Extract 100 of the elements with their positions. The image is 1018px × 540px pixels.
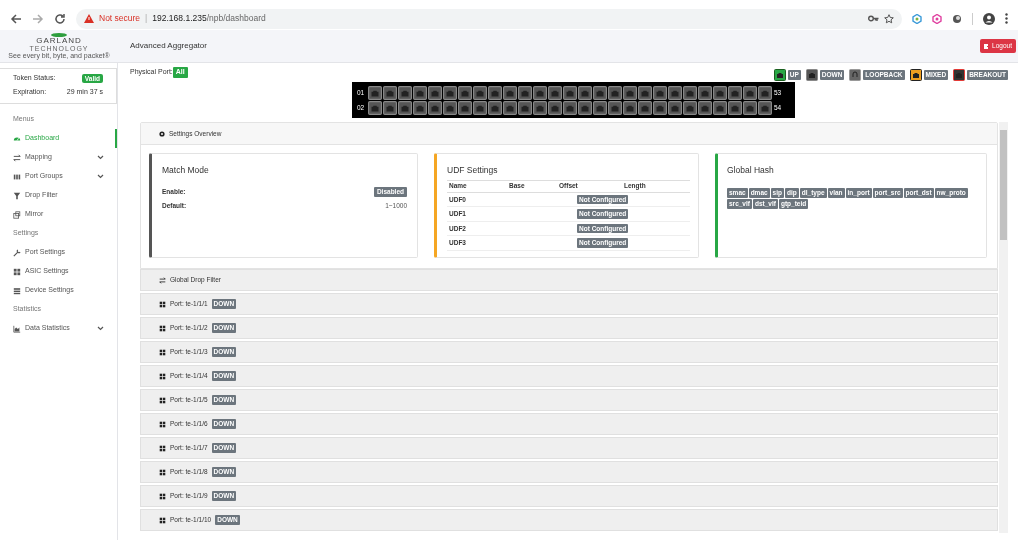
port-socket[interactable]: [428, 85, 442, 100]
port-socket[interactable]: [458, 85, 472, 100]
port-socket[interactable]: [443, 100, 457, 115]
tiles-icon: [159, 324, 166, 332]
port-socket[interactable]: [488, 100, 502, 115]
extension-icon[interactable]: [952, 13, 962, 24]
tiles-icon: [159, 372, 166, 380]
port-socket[interactable]: [758, 100, 772, 115]
url-path: /npb/dashboard: [206, 12, 266, 25]
port-socket[interactable]: [728, 85, 742, 100]
port-socket[interactable]: [728, 100, 742, 115]
port-socket[interactable]: [503, 100, 517, 115]
port-socket[interactable]: [563, 85, 577, 100]
port-socket[interactable]: [488, 85, 502, 100]
port-socket[interactable]: [428, 100, 442, 115]
port-socket[interactable]: [398, 100, 412, 115]
tiles-icon: [159, 420, 166, 428]
arrows-icon: [159, 276, 166, 284]
port-socket[interactable]: [593, 100, 607, 115]
port-socket[interactable]: [758, 85, 772, 100]
port-socket[interactable]: [578, 100, 592, 115]
port-socket[interactable]: [683, 85, 697, 100]
port-socket[interactable]: [383, 100, 397, 115]
chevron-icon: [97, 326, 104, 331]
port-socket[interactable]: [518, 100, 532, 115]
port-status-icon: [849, 69, 862, 81]
port-socket[interactable]: [473, 100, 487, 115]
port-socket[interactable]: [458, 100, 472, 115]
chevron-icon: [97, 155, 104, 160]
tiles-icon: [159, 492, 166, 500]
port-socket[interactable]: [413, 85, 427, 100]
port-status-icon: [909, 69, 922, 81]
port-socket[interactable]: [653, 100, 667, 115]
warning-icon: [84, 14, 94, 23]
port-socket[interactable]: [698, 100, 712, 115]
port-socket[interactable]: [563, 100, 577, 115]
port-socket[interactable]: [578, 85, 592, 100]
port-socket[interactable]: [713, 100, 727, 115]
url-host: 192.168.1.235: [152, 12, 207, 25]
port-socket[interactable]: [683, 100, 697, 115]
menu-icon[interactable]: [1005, 13, 1008, 24]
port-status-icon: [773, 69, 786, 81]
port-socket[interactable]: [713, 85, 727, 100]
port-socket[interactable]: [668, 85, 682, 100]
separator: |: [145, 12, 148, 25]
star-icon[interactable]: [884, 13, 894, 24]
extension-icon[interactable]: [912, 13, 922, 24]
app-title: Advanced Aggregator: [130, 40, 207, 52]
chart-icon: [13, 324, 21, 333]
tiles-icon: [159, 468, 166, 476]
port-socket[interactable]: [533, 100, 547, 115]
key-icon[interactable]: [868, 15, 879, 22]
card-title: Match Mode: [162, 164, 210, 177]
copy-icon: [13, 210, 21, 219]
scrollbar[interactable]: [999, 122, 1008, 533]
profile-icon[interactable]: [983, 12, 995, 25]
chevron-icon: [97, 174, 104, 179]
port-socket[interactable]: [443, 85, 457, 100]
arrows-icon: [13, 153, 21, 162]
port-socket[interactable]: [668, 100, 682, 115]
port-socket[interactable]: [368, 85, 382, 100]
port-socket[interactable]: [743, 100, 757, 115]
list-icon: [13, 286, 21, 295]
port-status-icon: [953, 69, 966, 81]
tiles-icon: [159, 348, 166, 356]
filter-icon: [13, 191, 21, 200]
port-socket[interactable]: [623, 85, 637, 100]
port-socket[interactable]: [383, 85, 397, 100]
port-socket[interactable]: [368, 100, 382, 115]
extension-icon[interactable]: [932, 13, 942, 24]
port-socket[interactable]: [623, 100, 637, 115]
port-socket[interactable]: [548, 85, 562, 100]
port-socket[interactable]: [638, 100, 652, 115]
port-socket[interactable]: [533, 85, 547, 100]
port-socket[interactable]: [473, 85, 487, 100]
dashboard-icon: [13, 134, 21, 143]
port-socket[interactable]: [413, 100, 427, 115]
wrench-icon: [13, 248, 21, 257]
address-bar[interactable]: Not secure | 192.168.1.235/npb/dashboard: [76, 8, 902, 29]
card-title: Global Hash: [727, 164, 775, 177]
tiles-icon: [13, 267, 21, 276]
port-socket[interactable]: [638, 85, 652, 100]
port-socket[interactable]: [698, 85, 712, 100]
grid-icon: [13, 172, 21, 181]
port-socket[interactable]: [593, 85, 607, 100]
port-socket[interactable]: [518, 85, 532, 100]
reload-icon[interactable]: [54, 12, 66, 25]
port-socket[interactable]: [398, 85, 412, 100]
tiles-icon: [159, 396, 166, 404]
tiles-icon: [159, 300, 166, 308]
port-socket[interactable]: [743, 85, 757, 100]
port-status-icon: [805, 69, 818, 81]
tiles-icon: [159, 444, 166, 452]
port-socket[interactable]: [608, 100, 622, 115]
back-icon[interactable]: [10, 12, 22, 25]
port-socket[interactable]: [608, 85, 622, 100]
logout-icon: [984, 43, 991, 49]
port-socket[interactable]: [653, 85, 667, 100]
port-socket[interactable]: [548, 100, 562, 115]
port-socket[interactable]: [503, 85, 517, 100]
